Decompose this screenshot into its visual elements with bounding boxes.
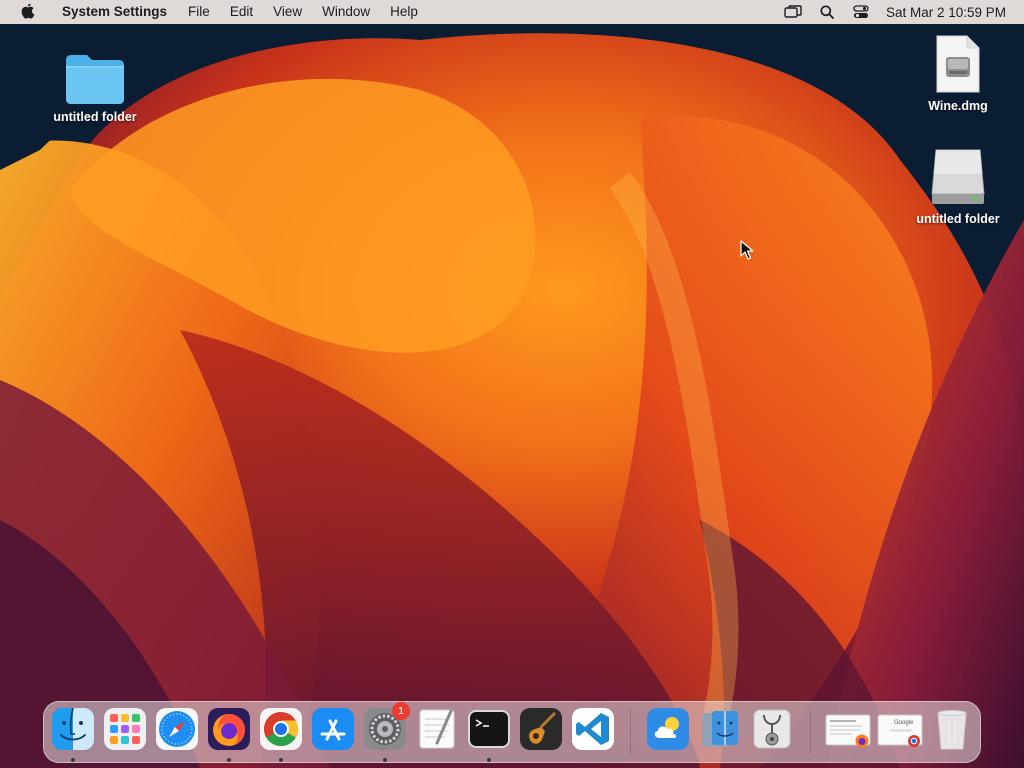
- firefox-window-thumbnail: [825, 714, 871, 748]
- desktop-wallpaper: [0, 0, 1024, 768]
- menu-edit[interactable]: Edit: [220, 0, 263, 24]
- desktop-icon-label: untitled folder: [916, 212, 1000, 226]
- disk-image-icon: [936, 35, 980, 93]
- dock-disk-utility[interactable]: [750, 707, 794, 755]
- desktop-icon-label: Wine.dmg: [928, 99, 988, 113]
- weather-icon: [647, 708, 689, 750]
- chrome-icon: [260, 708, 302, 750]
- menu-help[interactable]: Help: [380, 0, 428, 24]
- vscode-icon: [572, 708, 614, 750]
- running-indicator: [279, 758, 283, 762]
- launchpad-icon: [104, 708, 146, 750]
- finder-icon: [52, 707, 94, 750]
- dock-chrome[interactable]: [259, 707, 303, 755]
- dock-app-store[interactable]: [311, 707, 355, 755]
- textedit-icon: [419, 709, 455, 749]
- disk-utility-icon: [753, 709, 791, 749]
- migration-assistant-icon: [702, 711, 738, 747]
- trash-icon: [937, 710, 967, 750]
- dock-minimized-firefox-window[interactable]: [824, 707, 872, 755]
- desktop-icon-wine-dmg[interactable]: Wine.dmg: [903, 33, 1013, 113]
- app-store-icon: [312, 708, 354, 750]
- menu-app-name[interactable]: System Settings: [52, 0, 178, 24]
- desktop-icon-label: untitled folder: [53, 110, 137, 124]
- firefox-icon: [208, 708, 250, 750]
- terminal-icon: [468, 710, 510, 748]
- dock-separator: [810, 710, 811, 754]
- dock-finder[interactable]: [51, 707, 95, 755]
- desktop-icon-untitled-folder[interactable]: untitled folder: [40, 52, 150, 124]
- dock-system-settings[interactable]: 1: [363, 702, 410, 755]
- dock-safari[interactable]: [155, 707, 199, 755]
- menu-bar: System Settings File Edit View Window He…: [0, 0, 1024, 24]
- folder-icon: [66, 55, 124, 104]
- dock-vscode[interactable]: [571, 707, 615, 755]
- dock-weather[interactable]: [646, 707, 690, 755]
- garageband-icon: [520, 708, 562, 750]
- chrome-thumbnail-text: Google: [894, 720, 914, 726]
- dock-migration-assistant[interactable]: [698, 707, 742, 755]
- menu-view[interactable]: View: [263, 0, 312, 24]
- control-center-icon[interactable]: [844, 0, 878, 24]
- dock-trash[interactable]: [930, 707, 974, 755]
- running-indicator: [487, 758, 491, 762]
- dock-launchpad[interactable]: [103, 707, 147, 755]
- dock-minimized-chrome-window[interactable]: Google: [876, 707, 924, 755]
- safari-icon: [156, 708, 198, 750]
- mouse-cursor-icon: [740, 240, 754, 260]
- dock-textedit[interactable]: [415, 707, 459, 755]
- running-indicator: [383, 758, 387, 762]
- dock-firefox[interactable]: [207, 707, 251, 755]
- dock-terminal[interactable]: [467, 707, 511, 755]
- screen-mirroring-icon[interactable]: [776, 0, 810, 24]
- menu-file[interactable]: File: [178, 0, 220, 24]
- menu-window[interactable]: Window: [312, 0, 380, 24]
- dock: 1 Google: [43, 701, 981, 763]
- dock-separator: [630, 710, 631, 754]
- desktop-icon-external-drive[interactable]: untitled folder: [903, 146, 1013, 226]
- notification-badge: 1: [392, 702, 410, 720]
- spotlight-search-icon[interactable]: [810, 0, 844, 24]
- apple-menu-icon[interactable]: [16, 0, 40, 24]
- external-drive-icon: [931, 149, 985, 204]
- running-indicator: [227, 758, 231, 762]
- menu-clock[interactable]: Sat Mar 2 10:59 PM: [878, 5, 1024, 20]
- running-indicator: [71, 758, 75, 762]
- chrome-window-thumbnail: Google: [876, 707, 924, 751]
- dock-garageband[interactable]: [519, 707, 563, 755]
